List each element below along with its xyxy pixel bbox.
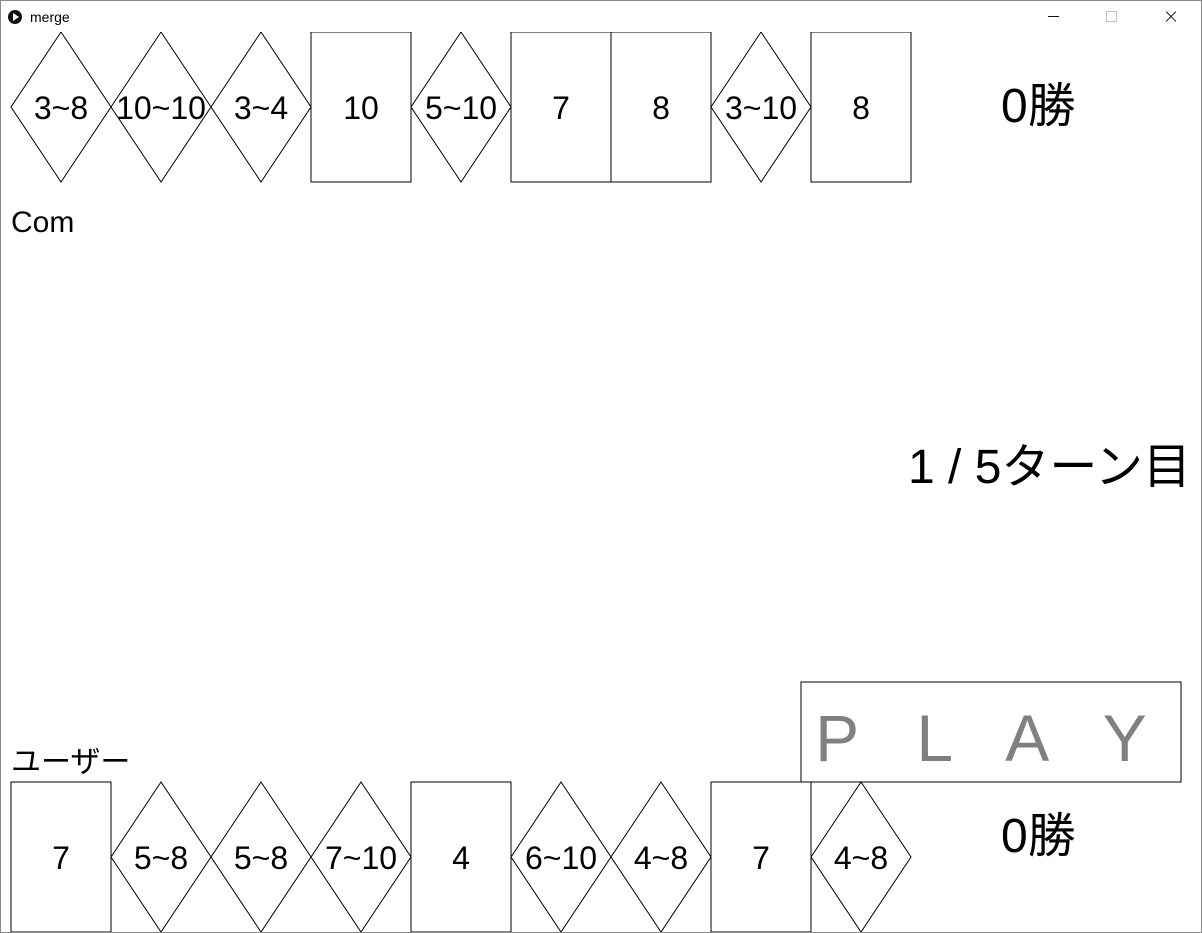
user-card-label[interactable]: 5~8 bbox=[234, 840, 288, 876]
user-card[interactable]: 4~8 bbox=[610, 781, 712, 932]
user-card[interactable]: 7 bbox=[710, 781, 812, 932]
user-label: ユーザー bbox=[11, 746, 130, 779]
user-card-label[interactable]: 5~8 bbox=[134, 840, 188, 876]
play-button[interactable]: P L A Y bbox=[800, 681, 1182, 783]
play-icon[interactable] bbox=[8, 10, 22, 24]
user-card-label[interactable]: 7 bbox=[752, 840, 770, 876]
user-card[interactable]: 7 bbox=[10, 781, 112, 932]
app-window: 3~8 10~10 3~4 10 5~10 7 8 3~10 8 Com 0勝 1 / 5ターン… bbox=[0, 0, 1202, 933]
user-card[interactable]: 4~8 bbox=[810, 781, 912, 932]
com-hand: 3~8 10~10 3~4 10 5~10 7 8 3~10 8 bbox=[10, 31, 912, 183]
user-card[interactable]: 4 bbox=[410, 781, 512, 932]
game-canvas[interactable]: 3~8 10~10 3~4 10 5~10 7 8 3~10 8 Com 0勝 1 / 5ターン… bbox=[1, 1, 1201, 932]
user-card[interactable]: 6~10 bbox=[510, 781, 612, 932]
com-card[interactable]: 10~10 bbox=[110, 31, 212, 183]
user-card-label[interactable]: 6~10 bbox=[525, 840, 597, 876]
user-card[interactable]: 5~8 bbox=[210, 781, 312, 932]
com-card-label[interactable]: 3~4 bbox=[234, 90, 288, 126]
com-card-label[interactable]: 8 bbox=[652, 90, 670, 126]
user-card-label[interactable]: 4~8 bbox=[634, 840, 688, 876]
close-icon[interactable] bbox=[1147, 1, 1193, 32]
minimize-icon[interactable] bbox=[1031, 1, 1077, 32]
com-card[interactable]: 3~8 bbox=[10, 31, 112, 183]
user-card-label[interactable]: 7~10 bbox=[325, 840, 397, 876]
com-card-label[interactable]: 5~10 bbox=[425, 90, 497, 126]
user-card-label[interactable]: 7 bbox=[52, 840, 70, 876]
com-card[interactable]: 3~10 bbox=[710, 31, 812, 183]
turn-counter: 1 / 5ターン目 bbox=[908, 441, 1191, 494]
com-card[interactable]: 10 bbox=[310, 31, 412, 183]
com-card-label[interactable]: 3~8 bbox=[34, 90, 88, 126]
com-card-label[interactable]: 10 bbox=[343, 90, 379, 126]
maximize-icon[interactable] bbox=[1089, 1, 1135, 32]
com-card[interactable]: 7 bbox=[510, 31, 612, 183]
user-card-label[interactable]: 4 bbox=[452, 840, 470, 876]
user-card[interactable]: 5~8 bbox=[110, 781, 212, 932]
user-hand: 7 5~8 5~8 7~10 4 6~10 4~8 7 4~8 bbox=[10, 781, 912, 932]
com-card-label[interactable]: 7 bbox=[552, 90, 570, 126]
com-card-label[interactable]: 8 bbox=[852, 90, 870, 126]
user-win-count: 0勝 bbox=[1001, 810, 1076, 863]
com-win-count: 0勝 bbox=[1001, 80, 1076, 133]
com-card-label[interactable]: 3~10 bbox=[725, 90, 797, 126]
com-card[interactable]: 3~4 bbox=[210, 31, 312, 183]
com-card[interactable]: 8 bbox=[810, 31, 912, 183]
play-button-label[interactable]: P L A Y bbox=[815, 701, 1167, 775]
user-card-label[interactable]: 4~8 bbox=[834, 840, 888, 876]
com-card[interactable]: 8 bbox=[610, 31, 712, 183]
com-card-label[interactable]: 10~10 bbox=[116, 90, 206, 126]
com-label: Com bbox=[11, 206, 74, 239]
title-bar[interactable]: merge bbox=[1, 1, 1201, 32]
user-card[interactable]: 7~10 bbox=[310, 781, 412, 932]
com-card[interactable]: 5~10 bbox=[410, 31, 512, 183]
window-title: merge bbox=[30, 9, 70, 25]
